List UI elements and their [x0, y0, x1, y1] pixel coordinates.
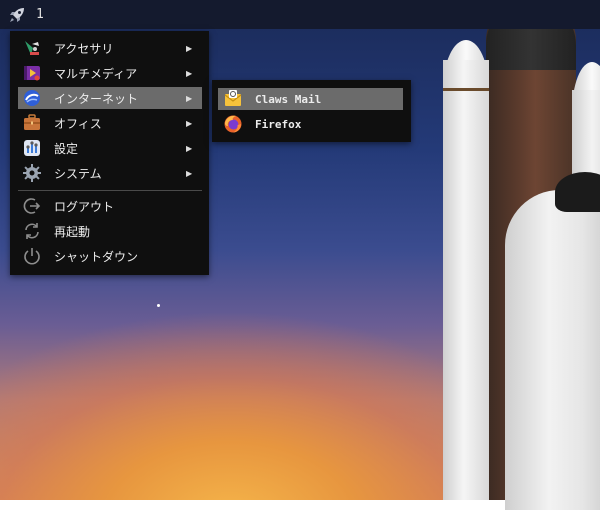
menu-item-label: ログアウト: [54, 199, 115, 214]
system-gear-icon: [22, 163, 42, 183]
menu-item-reboot[interactable]: 再起動: [18, 220, 202, 242]
star: [157, 304, 160, 307]
top-panel: 1: [0, 0, 600, 29]
menu-item-internet[interactable]: インターネット ▶: [18, 87, 202, 109]
logout-icon: [22, 196, 42, 216]
menu-item-system[interactable]: システム ▶: [18, 162, 202, 184]
shuttle-orbiter-nose: [555, 172, 600, 212]
submenu-arrow-icon: ▶: [186, 143, 193, 153]
menu-item-label: マルチメディア: [54, 66, 138, 81]
submenu-item-label: Firefox: [255, 117, 302, 131]
submenu-arrow-icon: ▶: [186, 68, 193, 78]
internet-submenu: Claws Mail Firefox: [212, 80, 411, 142]
submenu-arrow-icon: ▶: [186, 168, 193, 178]
menu-item-label: アクセサリ: [54, 41, 114, 56]
menu-item-office[interactable]: オフィス ▶: [18, 112, 202, 134]
menu-launcher-button[interactable]: [4, 0, 30, 29]
claws-mail-icon: [223, 89, 243, 109]
menu-item-logout[interactable]: ログアウト: [18, 195, 202, 217]
menu-item-multimedia[interactable]: マルチメディア ▶: [18, 62, 202, 84]
workspace-indicator[interactable]: 1: [36, 7, 44, 22]
firefox-icon: [223, 114, 243, 134]
menu-item-label: シャットダウン: [54, 249, 139, 264]
multimedia-icon: [22, 63, 42, 83]
internet-icon: [22, 88, 42, 108]
submenu-item-label: Claws Mail: [255, 92, 322, 106]
menu-item-label: オフィス: [54, 116, 102, 131]
menu-item-label: 設定: [54, 141, 79, 156]
shuttle-booster-left: [443, 60, 489, 500]
submenu-arrow-icon: ▶: [186, 43, 193, 53]
menu-separator: [18, 190, 202, 191]
submenu-arrow-icon: ▶: [186, 118, 193, 128]
accessories-icon: [22, 38, 42, 58]
submenu-item-firefox[interactable]: Firefox: [218, 113, 403, 135]
settings-icon: [22, 138, 42, 158]
submenu-item-claws-mail[interactable]: Claws Mail: [218, 88, 403, 110]
application-menu: アクセサリ ▶ マルチメディア ▶ インターネット ▶ オフィス ▶ 設定 ▶ …: [10, 31, 209, 275]
menu-item-accessories[interactable]: アクセサリ ▶: [18, 37, 202, 59]
rocket-icon: [10, 7, 24, 22]
reboot-icon: [22, 221, 42, 241]
office-briefcase-icon: [22, 113, 42, 133]
shuttle-orbiter: [505, 190, 600, 510]
menu-item-label: システム: [54, 166, 102, 181]
shuttle-booster-band: [443, 88, 489, 91]
menu-item-label: インターネット: [54, 91, 139, 106]
menu-item-label: 再起動: [54, 224, 91, 239]
menu-item-settings[interactable]: 設定 ▶: [18, 137, 202, 159]
power-icon: [22, 246, 42, 266]
menu-item-shutdown[interactable]: シャットダウン: [18, 245, 202, 267]
submenu-arrow-icon: ▶: [186, 93, 193, 103]
